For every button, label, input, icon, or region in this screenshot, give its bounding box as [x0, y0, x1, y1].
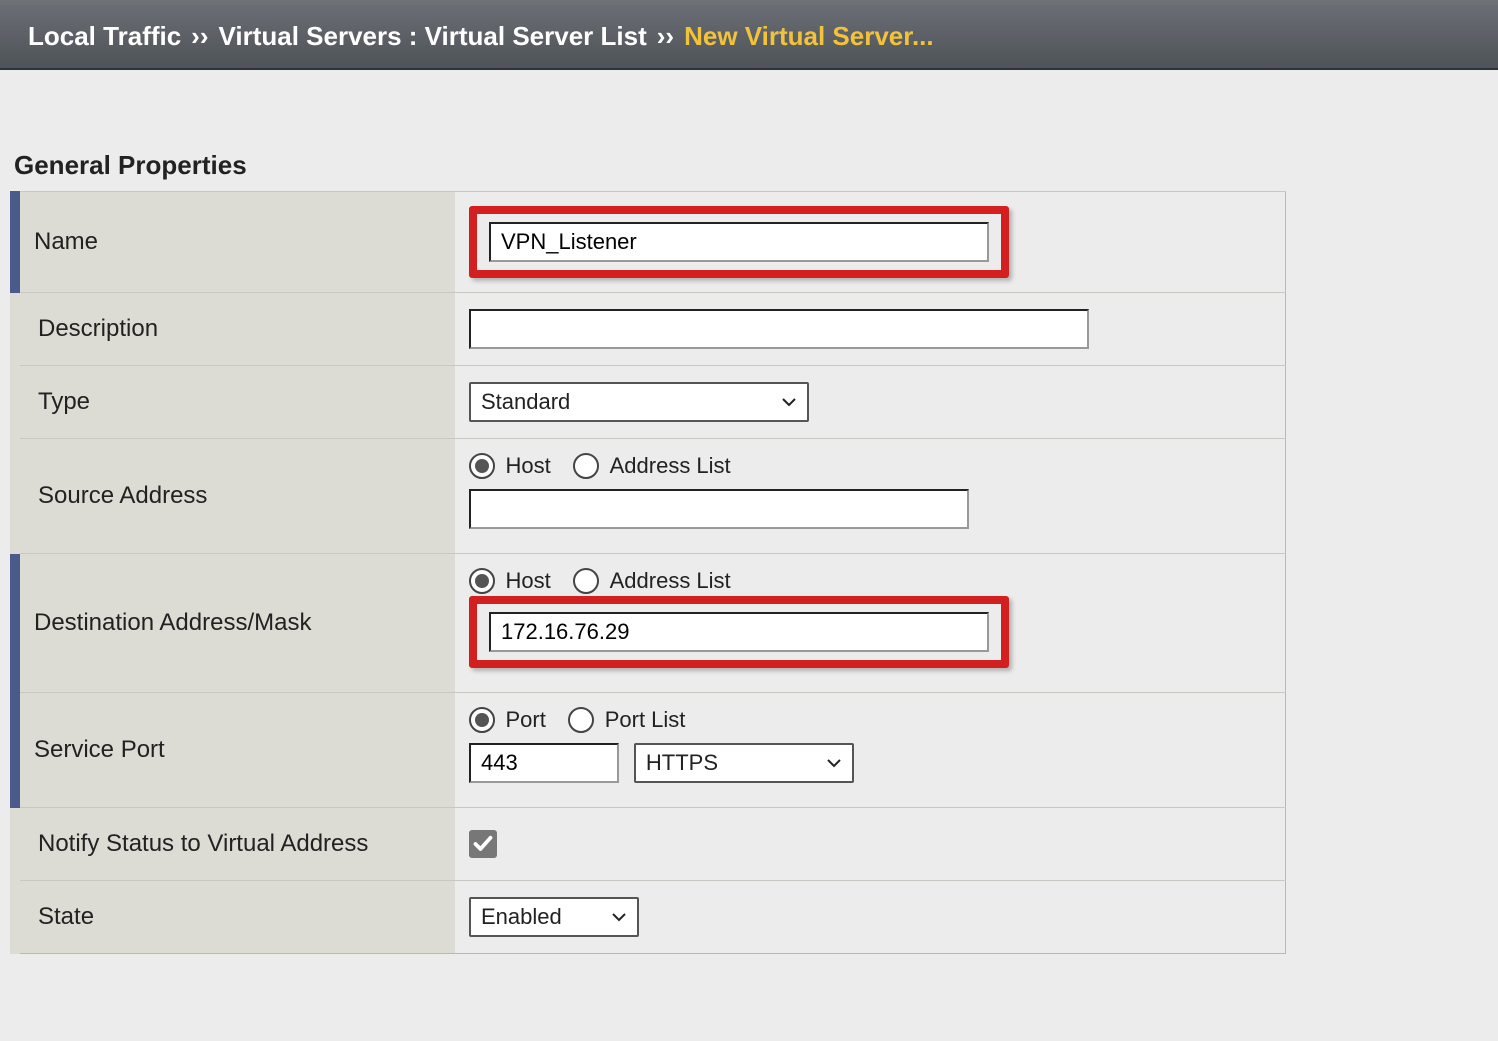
state-select[interactable]: Enabled — [469, 897, 639, 937]
breadcrumb: Local Traffic ›› Virtual Servers : Virtu… — [0, 0, 1498, 70]
source-host-radio-label: Host — [505, 453, 550, 478]
notify-status-checkbox[interactable] — [469, 830, 497, 858]
source-addrlist-radio[interactable] — [573, 453, 599, 479]
row-service-port: Service Port Port Port List HTTPS — [15, 693, 1286, 808]
source-host-radio[interactable] — [469, 453, 495, 479]
service-portlist-radio[interactable] — [568, 707, 594, 733]
dest-addrlist-radio-label: Address List — [610, 568, 731, 593]
chevron-down-icon — [826, 755, 842, 771]
label-description: Description — [15, 293, 455, 366]
breadcrumb-current: New Virtual Server... — [684, 21, 934, 52]
name-input[interactable] — [489, 222, 989, 262]
description-input[interactable] — [469, 309, 1089, 349]
service-portlist-radio-label: Port List — [605, 707, 686, 732]
service-port-radio[interactable] — [469, 707, 495, 733]
row-notify-status: Notify Status to Virtual Address — [15, 808, 1286, 881]
row-name: Name — [15, 192, 1286, 293]
service-port-protocol-value: HTTPS — [646, 750, 718, 776]
dest-host-radio[interactable] — [469, 568, 495, 594]
label-state: State — [15, 881, 455, 954]
breadcrumb-separator: ›› — [191, 21, 208, 52]
section-title-general-properties: General Properties — [14, 150, 1488, 181]
dest-addrlist-radio[interactable] — [573, 568, 599, 594]
row-source-address: Source Address Host Address List — [15, 439, 1286, 554]
source-address-input[interactable] — [469, 489, 969, 529]
breadcrumb-virtual-servers[interactable]: Virtual Servers : Virtual Server List — [218, 21, 646, 52]
row-destination-address: Destination Address/Mask Host Address Li… — [15, 554, 1286, 693]
check-icon — [473, 834, 493, 854]
breadcrumb-separator: ›› — [657, 21, 674, 52]
chevron-down-icon — [611, 909, 627, 925]
service-port-radio-label: Port — [505, 707, 545, 732]
highlight-name — [469, 206, 1009, 278]
general-properties-table: Name Description Type Standard — [10, 191, 1286, 954]
label-service-port: Service Port — [15, 693, 455, 808]
label-name: Name — [15, 192, 455, 293]
breadcrumb-local-traffic[interactable]: Local Traffic — [28, 21, 181, 52]
label-notify-status: Notify Status to Virtual Address — [15, 808, 455, 881]
destination-address-input[interactable] — [489, 612, 989, 652]
type-select[interactable]: Standard — [469, 382, 809, 422]
row-description: Description — [15, 293, 1286, 366]
label-destination-address: Destination Address/Mask — [15, 554, 455, 693]
label-source-address: Source Address — [15, 439, 455, 554]
state-select-value: Enabled — [481, 904, 562, 930]
type-select-value: Standard — [481, 389, 570, 415]
service-port-input[interactable] — [469, 743, 619, 783]
source-addrlist-radio-label: Address List — [610, 453, 731, 478]
label-type: Type — [15, 366, 455, 439]
dest-host-radio-label: Host — [505, 568, 550, 593]
service-port-protocol-select[interactable]: HTTPS — [634, 743, 854, 783]
chevron-down-icon — [781, 394, 797, 410]
row-type: Type Standard — [15, 366, 1286, 439]
row-state: State Enabled — [15, 881, 1286, 954]
highlight-destination — [469, 596, 1009, 668]
